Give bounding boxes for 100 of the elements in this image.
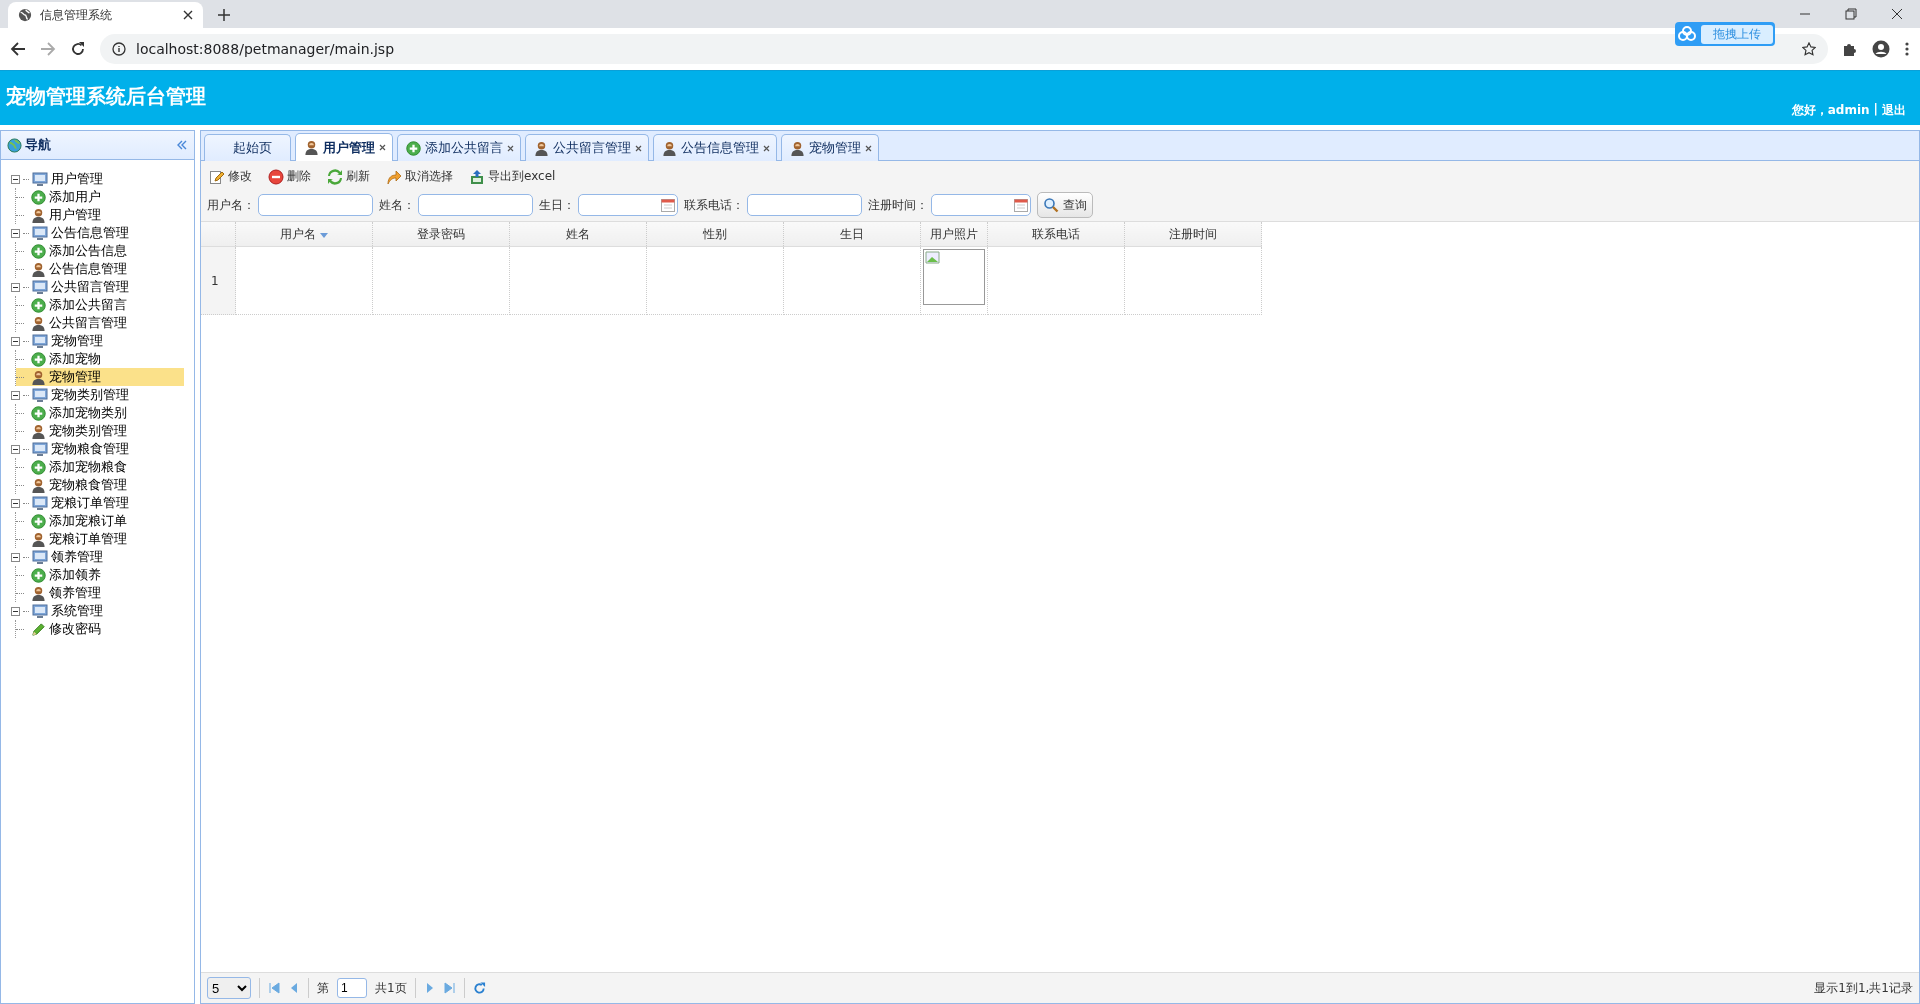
collapse-toggle-icon[interactable]	[11, 444, 20, 454]
input-field[interactable]	[258, 194, 373, 216]
tree-item[interactable]: 添加用户	[16, 188, 184, 206]
tab[interactable]: 公共留言管理	[525, 134, 649, 161]
row-number: 1	[201, 246, 236, 315]
toolbar-button[interactable]: 取消选择	[384, 167, 455, 186]
add-icon	[31, 351, 46, 367]
tree-item[interactable]: 领养管理	[16, 584, 184, 602]
column-header[interactable]: 生日	[783, 222, 921, 247]
tree-item[interactable]: 添加宠物	[16, 350, 184, 368]
collapse-toggle-icon[interactable]	[11, 282, 20, 292]
tree-item[interactable]: 宠物粮食管理	[16, 476, 184, 494]
person-icon	[790, 140, 805, 156]
search-button[interactable]: 查询	[1037, 192, 1093, 218]
tree-item[interactable]: 添加领养	[16, 566, 184, 584]
tab[interactable]: 宠物管理	[781, 134, 879, 161]
tree-group-label[interactable]: 宠物管理	[51, 332, 103, 350]
add-icon	[406, 140, 421, 156]
date-field[interactable]	[578, 194, 678, 216]
tree-group-label[interactable]: 公共留言管理	[51, 278, 129, 296]
person-icon	[31, 261, 46, 277]
delete-icon	[268, 168, 284, 185]
collapse-toggle-icon[interactable]	[11, 174, 20, 184]
input-field[interactable]	[747, 194, 862, 216]
tree-group-label[interactable]: 领养管理	[51, 548, 103, 566]
collapse-icon[interactable]	[176, 139, 188, 151]
tab[interactable]: 起始页	[204, 134, 291, 161]
tree-item[interactable]: 添加宠粮订单	[16, 512, 184, 530]
calendar-icon	[660, 197, 676, 213]
person-icon	[31, 423, 46, 439]
tab[interactable]: 添加公共留言	[397, 134, 521, 161]
close-icon[interactable]	[865, 144, 872, 152]
tree-item[interactable]: 宠物类别管理	[16, 422, 184, 440]
collapse-toggle-icon[interactable]	[11, 498, 20, 508]
column-header[interactable]: 联系电话	[987, 222, 1125, 247]
collapse-toggle-icon[interactable]	[11, 336, 20, 346]
tree-group-label[interactable]: 宠物粮食管理	[51, 440, 129, 458]
person-icon	[662, 140, 677, 156]
close-icon[interactable]	[763, 144, 770, 152]
page-label: 第	[317, 979, 329, 997]
person-icon	[31, 477, 46, 493]
info-icon	[112, 42, 126, 56]
toolbar-button[interactable]: 删除	[266, 167, 313, 186]
tree-item[interactable]: 用户管理	[16, 206, 184, 224]
refresh-icon	[327, 168, 343, 185]
tree-item[interactable]: 宠物管理	[16, 368, 184, 386]
search-icon	[1043, 197, 1059, 213]
tree-group-label[interactable]: 宠物类别管理	[51, 386, 129, 404]
tree-group-label[interactable]: 宠粮订单管理	[51, 494, 129, 512]
tree-item[interactable]: 添加宠物粮食	[16, 458, 184, 476]
close-icon[interactable]	[635, 144, 642, 152]
tab[interactable]: 公告信息管理	[653, 134, 777, 161]
person-icon	[31, 315, 46, 331]
person-icon	[31, 207, 46, 223]
tree-item[interactable]: 宠粮订单管理	[16, 530, 184, 548]
tree-item[interactable]: 添加公告信息	[16, 242, 184, 260]
collapse-toggle-icon[interactable]	[11, 228, 20, 238]
input-field[interactable]	[418, 194, 533, 216]
column-header[interactable]: 注册时间	[1124, 222, 1262, 247]
menu-icon[interactable]	[1904, 41, 1910, 57]
column-header[interactable]: 用户名	[235, 222, 373, 247]
tree-item[interactable]: 添加宠物类别	[16, 404, 184, 422]
monitor-icon	[32, 333, 48, 349]
close-icon[interactable]	[507, 144, 514, 152]
date-field[interactable]	[931, 194, 1031, 216]
tree-item[interactable]: 添加公共留言	[16, 296, 184, 314]
collapse-toggle-icon[interactable]	[11, 390, 20, 400]
add-icon	[31, 189, 46, 205]
account-icon[interactable]	[1872, 40, 1890, 58]
collapse-toggle-icon[interactable]	[11, 606, 20, 616]
reload-icon[interactable]	[70, 41, 86, 57]
column-header[interactable]: 用户照片	[920, 222, 988, 247]
tree-item[interactable]: 公共留言管理	[16, 314, 184, 332]
new-tab-icon[interactable]	[217, 8, 231, 22]
toolbar-button[interactable]: 修改	[207, 167, 254, 186]
close-icon[interactable]	[379, 144, 386, 151]
toolbar-button[interactable]: 导出到excel	[467, 167, 558, 186]
star-icon[interactable]	[1802, 42, 1816, 56]
collapse-toggle-icon[interactable]	[11, 552, 20, 562]
monitor-icon	[32, 225, 48, 241]
column-header[interactable]: 登录密码	[372, 222, 510, 247]
field-label: 联系电话：	[684, 196, 744, 214]
tree-group-label[interactable]: 公告信息管理	[51, 224, 129, 242]
add-icon	[31, 459, 46, 475]
column-header[interactable]: 姓名	[509, 222, 647, 247]
tree-group-label[interactable]: 系统管理	[51, 602, 103, 620]
column-header[interactable]: 性别	[646, 222, 784, 247]
toolbar-button[interactable]: 刷新	[325, 167, 372, 186]
field-label: 姓名：	[379, 196, 415, 214]
browser-tab[interactable]: 信息管理系统	[8, 2, 203, 28]
back-arrow-icon[interactable]	[10, 41, 26, 57]
tab[interactable]: 用户管理	[295, 133, 393, 161]
page-size-select[interactable]: 5	[207, 977, 251, 999]
person-icon	[31, 585, 46, 601]
tree-item[interactable]: 修改密码	[16, 620, 184, 638]
close-icon[interactable]	[183, 10, 193, 20]
tree-group-label[interactable]: 用户管理	[51, 170, 103, 188]
tree-item[interactable]: 公告信息管理	[16, 260, 184, 278]
page-input[interactable]: 1	[337, 978, 367, 998]
puzzle-icon[interactable]	[1842, 41, 1858, 57]
